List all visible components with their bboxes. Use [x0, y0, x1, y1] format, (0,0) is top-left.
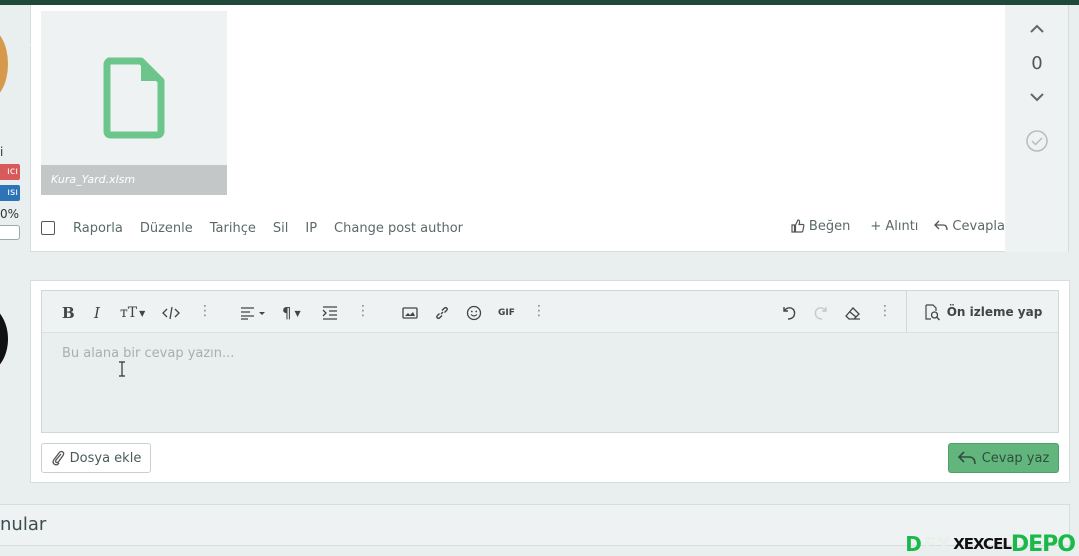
user-progress-bar: [0, 225, 20, 240]
emoji-icon[interactable]: [466, 303, 482, 323]
user-percent-text: 0%: [0, 207, 20, 221]
history-link[interactable]: Tarihçe: [210, 221, 256, 236]
link-icon[interactable]: [434, 303, 450, 323]
user-role-badge-blue: ısı: [0, 185, 20, 201]
more-options-icon[interactable]: ⋮: [198, 303, 212, 319]
reply-button[interactable]: Cevapla: [934, 219, 1005, 234]
indent-icon[interactable]: [322, 303, 338, 323]
chevron-up-icon[interactable]: [1029, 23, 1045, 35]
preview-button[interactable]: Ön izleme yap: [906, 291, 1058, 333]
site-watermark-logo: D EY XEXCEL DEPO: [905, 531, 1076, 556]
report-link[interactable]: Raporla: [73, 221, 123, 236]
select-post-checkbox[interactable]: [41, 221, 55, 235]
similar-threads-title: nular: [0, 514, 47, 535]
user-name-fragment: i: [0, 145, 4, 159]
italic-icon[interactable]: I: [94, 303, 100, 323]
user-avatar[interactable]: [0, 29, 8, 99]
preview-label: Ön izleme yap: [946, 305, 1043, 319]
code-icon[interactable]: [162, 303, 180, 323]
edit-link[interactable]: Düzenle: [140, 221, 193, 236]
paperclip-icon: [52, 450, 64, 466]
vote-count: 0: [1031, 53, 1043, 74]
paragraph-icon[interactable]: ¶ ▼: [282, 303, 301, 323]
change-author-link[interactable]: Change post author: [334, 221, 463, 236]
redo-icon[interactable]: [812, 303, 830, 323]
chevron-down-icon[interactable]: [1029, 91, 1045, 103]
submit-reply-label: Cevap yaz: [981, 450, 1050, 466]
eraser-icon[interactable]: [844, 303, 862, 323]
align-icon[interactable]: [240, 303, 266, 323]
post-arrow-notch: [30, 35, 40, 55]
more-options-icon[interactable]: ⋮: [356, 303, 370, 319]
ip-link[interactable]: IP: [305, 221, 317, 236]
reply-text-area[interactable]: Bu alana bir cevap yazın...: [42, 333, 1058, 432]
undo-icon[interactable]: [780, 303, 798, 323]
attachment-thumbnail[interactable]: Kura_Yard.xlsm: [41, 11, 227, 195]
bold-icon[interactable]: B: [62, 303, 75, 323]
attach-file-button[interactable]: Dosya ekle: [41, 443, 151, 473]
quote-label: + Alıntı: [870, 218, 919, 234]
attachment-filename: Kura_Yard.xlsm: [41, 165, 227, 195]
vote-column: 0: [1005, 5, 1069, 252]
quote-button[interactable]: + Alıntı: [870, 219, 918, 234]
reply-placeholder: Bu alana bir cevap yazın...: [62, 346, 235, 361]
reply-label: Cevapla: [952, 218, 1005, 234]
post-user-column: i ıcı ısı 0%: [0, 5, 30, 252]
attach-file-label: Dosya ekle: [69, 450, 142, 466]
more-options-icon[interactable]: ⋮: [532, 303, 546, 319]
thumbs-up-icon: [791, 219, 805, 233]
submit-reply-button[interactable]: Cevap yaz: [948, 443, 1059, 473]
more-options-icon[interactable]: ⋮: [878, 303, 892, 319]
reply-editor: B I тT ▼ ⋮ ¶ ▼ ⋮ GIF ⋮ ⋮ Ön izleme yap B…: [41, 290, 1059, 433]
delete-link[interactable]: Sil: [273, 221, 288, 236]
gif-icon[interactable]: GIF: [498, 303, 515, 323]
current-user-avatar: [0, 305, 8, 373]
image-icon[interactable]: [402, 303, 418, 323]
reply-arrow-icon: [957, 451, 976, 465]
font-size-icon[interactable]: тT ▼: [120, 303, 145, 323]
text-cursor-icon: [119, 361, 125, 377]
file-icon: [103, 57, 165, 139]
user-role-badge-red: ıcı: [0, 164, 20, 180]
like-label: Beğen: [808, 218, 851, 234]
preview-search-icon: [925, 304, 940, 321]
check-circle-icon[interactable]: [1025, 129, 1049, 153]
like-button[interactable]: Beğen: [791, 219, 850, 234]
post-actions-right: Beğen + Alıntı Cevapla: [771, 216, 1005, 236]
editor-toolbar: B I тT ▼ ⋮ ¶ ▼ ⋮ GIF ⋮ ⋮ Ön izleme yap: [42, 291, 1058, 333]
reply-arrow-icon: [934, 220, 949, 231]
post-actions-left: Raporla Düzenle Tarihçe Sil IP Change po…: [41, 218, 480, 238]
